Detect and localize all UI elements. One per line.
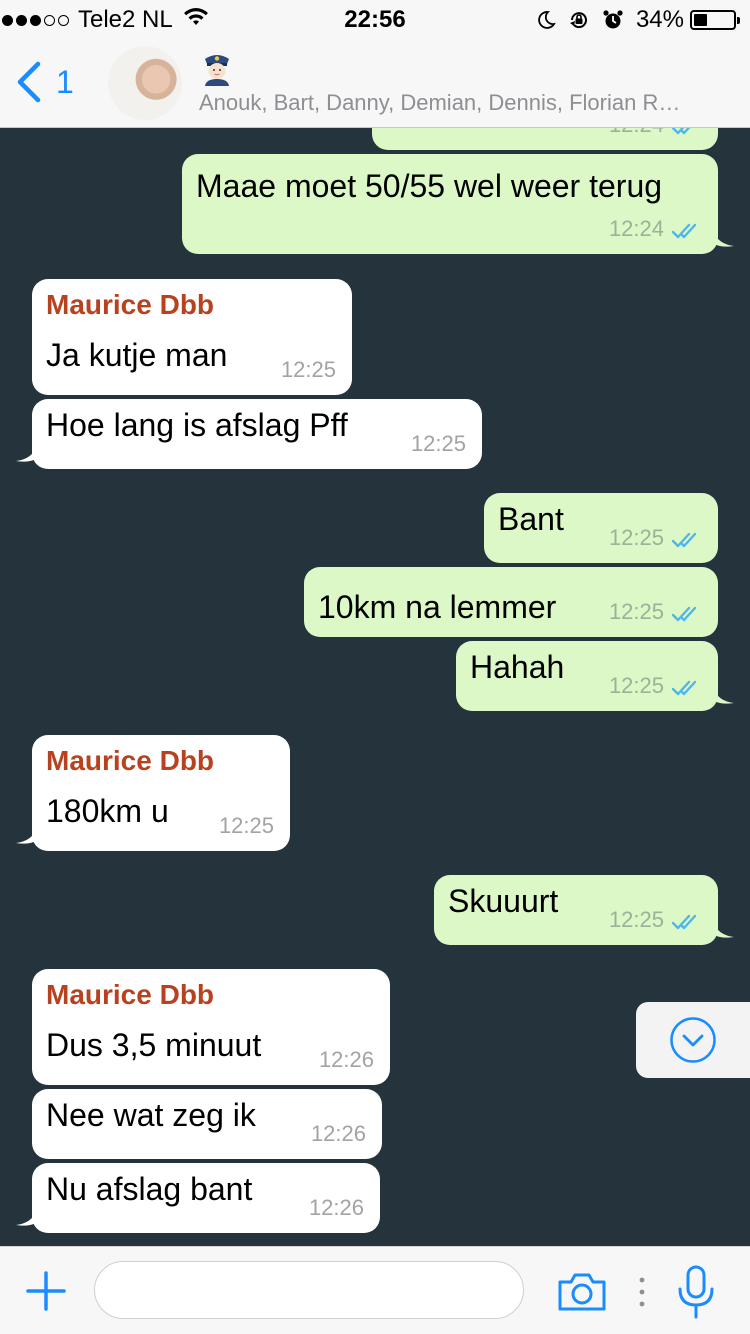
moon-icon [536, 10, 556, 30]
sender-name[interactable]: Maurice Dbb [46, 745, 214, 777]
outgoing-message[interactable]: Skuuurt 12:25 [434, 875, 734, 945]
double-check-icon [672, 914, 697, 930]
message-time: 12:25 [608, 525, 664, 550]
status-right: 34% [536, 6, 740, 34]
message-text: Dus 3,5 minuut [46, 1027, 262, 1063]
outgoing-message[interactable]: 12:24 [372, 128, 718, 150]
chat-header: 1 Anouk, Bart, Danny, Demian, Dennis, Fl… [0, 40, 750, 128]
message-time: 12:26 [308, 1195, 364, 1220]
double-check-icon [672, 223, 697, 239]
camera-icon[interactable] [556, 1271, 608, 1313]
chevron-left-icon [17, 61, 41, 103]
outgoing-message[interactable]: 10km na lemmer 12:25 [304, 567, 718, 637]
message-text: Nu afslag bant [46, 1171, 253, 1207]
message-text: Bant [498, 501, 564, 537]
unread-count: 1 [56, 63, 74, 100]
bubble-tail [16, 447, 36, 462]
input-bar [0, 1246, 750, 1334]
message-text: Hahah [470, 649, 565, 685]
incoming-message[interactable]: Maurice Dbb Ja kutje man 12:25 [32, 279, 352, 395]
message-text: Ja kutje man [46, 337, 228, 373]
plus-icon[interactable] [26, 1271, 66, 1311]
message-time: 12:25 [218, 813, 274, 838]
outgoing-message[interactable]: Maae moet 50/55 wel weer terug 12:24 [182, 154, 734, 254]
message-time: 12:26 [318, 1047, 374, 1072]
bubble-tail [714, 923, 734, 938]
message-time: 12:24 [609, 128, 664, 138]
message-text: Maae moet 50/55 wel weer terug [196, 168, 663, 204]
group-avatar[interactable] [108, 46, 182, 120]
message-time: 12:25 [410, 431, 466, 456]
group-members[interactable]: Anouk, Bart, Danny, Demian, Dennis, Flor… [199, 90, 744, 116]
battery-icon [690, 10, 740, 30]
alarm-icon [602, 9, 624, 31]
chat-area[interactable]: 12:24 Maae moet 50/55 wel weer terug 12:24… [0, 128, 750, 1246]
message-time: 12:25 [280, 357, 336, 382]
back-button[interactable]: 1 [14, 60, 74, 104]
bubble-tail [714, 232, 734, 247]
bubble-tail [714, 689, 734, 704]
double-check-icon [672, 606, 697, 622]
rotation-lock-icon [568, 9, 590, 31]
message-time: 12:25 [608, 673, 664, 698]
incoming-message[interactable]: Nee wat zeg ik 12:26 [32, 1089, 382, 1159]
message-time: 12:25 [608, 599, 664, 624]
message-time: 12:25 [608, 907, 664, 932]
vertical-dots-icon[interactable] [636, 1275, 648, 1309]
message-time: 12:26 [310, 1121, 366, 1146]
sender-name[interactable]: Maurice Dbb [46, 289, 214, 321]
message-text: Nee wat zeg ik [46, 1097, 256, 1133]
message-text: Hoe lang is afslag Pff [46, 407, 348, 443]
message-text: 10km na lemmer [318, 589, 557, 625]
incoming-message[interactable]: Nu afslag bant 12:26 [16, 1163, 380, 1233]
outgoing-message[interactable]: Hahah 12:25 [456, 641, 734, 711]
message-input[interactable] [94, 1261, 524, 1319]
chevron-down-circle-icon [670, 1017, 716, 1063]
microphone-icon[interactable] [674, 1265, 718, 1321]
message-text: Skuuurt [448, 883, 559, 919]
message-time: 12:24 [608, 216, 664, 241]
sender-name[interactable]: Maurice Dbb [46, 979, 214, 1011]
outgoing-message[interactable]: Bant 12:25 [484, 493, 718, 563]
double-check-icon [672, 532, 697, 548]
status-bar: Tele2 NL 22:56 34% [0, 0, 750, 40]
incoming-message[interactable]: Maurice Dbb Dus 3,5 minuut 12:26 [32, 969, 390, 1085]
scroll-to-bottom-button[interactable] [636, 1002, 750, 1078]
bubble-tail [16, 1211, 36, 1226]
message-text: 180km u [46, 793, 169, 829]
police-officer-emoji-icon[interactable] [200, 50, 234, 86]
double-check-icon [672, 680, 697, 696]
bubble-tail [16, 829, 36, 844]
incoming-message[interactable]: Hoe lang is afslag Pff 12:25 [16, 399, 482, 469]
double-check-icon [672, 128, 691, 135]
incoming-message[interactable]: Maurice Dbb 180km u 12:25 [16, 735, 290, 851]
battery-percent: 34% [635, 6, 684, 33]
